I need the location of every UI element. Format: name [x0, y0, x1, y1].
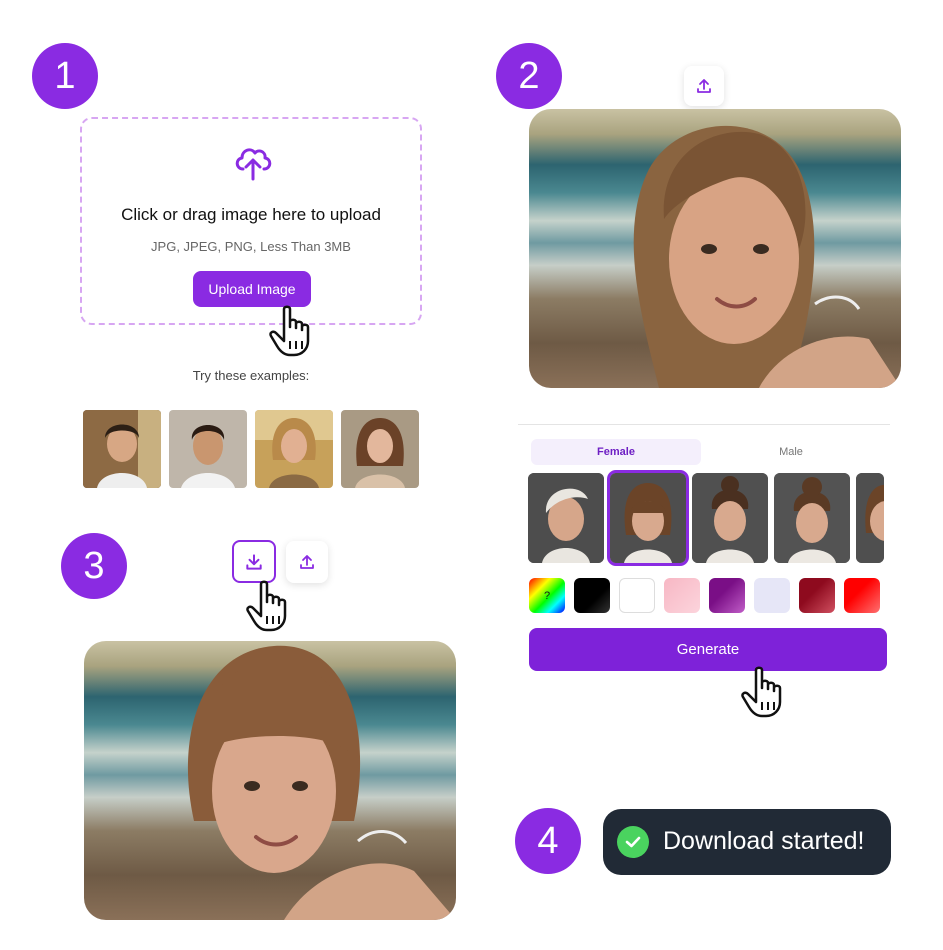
hairstyle-option-3[interactable]: [692, 473, 768, 563]
hairstyle-option-2-selected[interactable]: [607, 470, 689, 566]
color-swatch-white[interactable]: [619, 578, 655, 613]
upload-image-button[interactable]: Upload Image: [193, 271, 311, 307]
upload-new-image-button[interactable]: [286, 541, 328, 583]
tab-male[interactable]: Male: [706, 439, 876, 465]
upload-icon: [697, 79, 711, 93]
step-4-badge: 4: [515, 808, 581, 874]
uploaded-photo-preview: [529, 109, 901, 388]
hairstyle-option-4[interactable]: [774, 473, 850, 563]
upload-file-requirements: JPG, JPEG, PNG, Less Than 3MB: [151, 239, 351, 254]
hairstyle-option-5-partial[interactable]: [856, 473, 884, 563]
color-swatch-purple[interactable]: [709, 578, 745, 613]
download-button[interactable]: [232, 540, 276, 583]
color-swatch-lavender[interactable]: [754, 578, 790, 613]
step-3-badge: 3: [61, 533, 127, 599]
example-thumb-2[interactable]: [169, 410, 247, 488]
hand-pointer-icon: [246, 580, 287, 632]
cloud-upload-icon: [235, 148, 272, 181]
hand-pointer-icon: [741, 666, 782, 718]
random-color-mark: ?: [543, 589, 551, 602]
generated-result-photo: [84, 641, 456, 920]
example-thumb-4[interactable]: [341, 410, 419, 488]
generate-button[interactable]: Generate: [529, 628, 887, 671]
upload-icon: [300, 555, 314, 569]
upload-title: Click or drag image here to upload: [121, 205, 381, 224]
upload-new-image-button[interactable]: [684, 66, 724, 106]
hairstyle-option-1[interactable]: [528, 473, 604, 563]
toast-message: Download started!: [663, 827, 865, 855]
example-thumb-1[interactable]: [83, 410, 161, 488]
examples-label: Try these examples:: [192, 368, 310, 383]
download-icon: [246, 553, 262, 570]
example-thumb-3[interactable]: [255, 410, 333, 488]
tab-female[interactable]: Female: [531, 439, 701, 465]
hand-pointer-icon: [269, 305, 310, 357]
color-swatch-random[interactable]: ?: [529, 578, 565, 613]
step-2-badge: 2: [496, 43, 562, 109]
step-1-badge: 1: [32, 43, 98, 109]
upload-dropzone[interactable]: Click or drag image here to upload JPG, …: [80, 117, 422, 325]
check-circle-icon: [617, 826, 649, 858]
section-divider: [518, 424, 890, 425]
color-swatch-burgundy[interactable]: [799, 578, 835, 613]
color-swatch-black[interactable]: [574, 578, 610, 613]
color-swatch-pink[interactable]: [664, 578, 700, 613]
color-swatch-red[interactable]: [844, 578, 880, 613]
download-toast: Download started!: [603, 809, 891, 875]
